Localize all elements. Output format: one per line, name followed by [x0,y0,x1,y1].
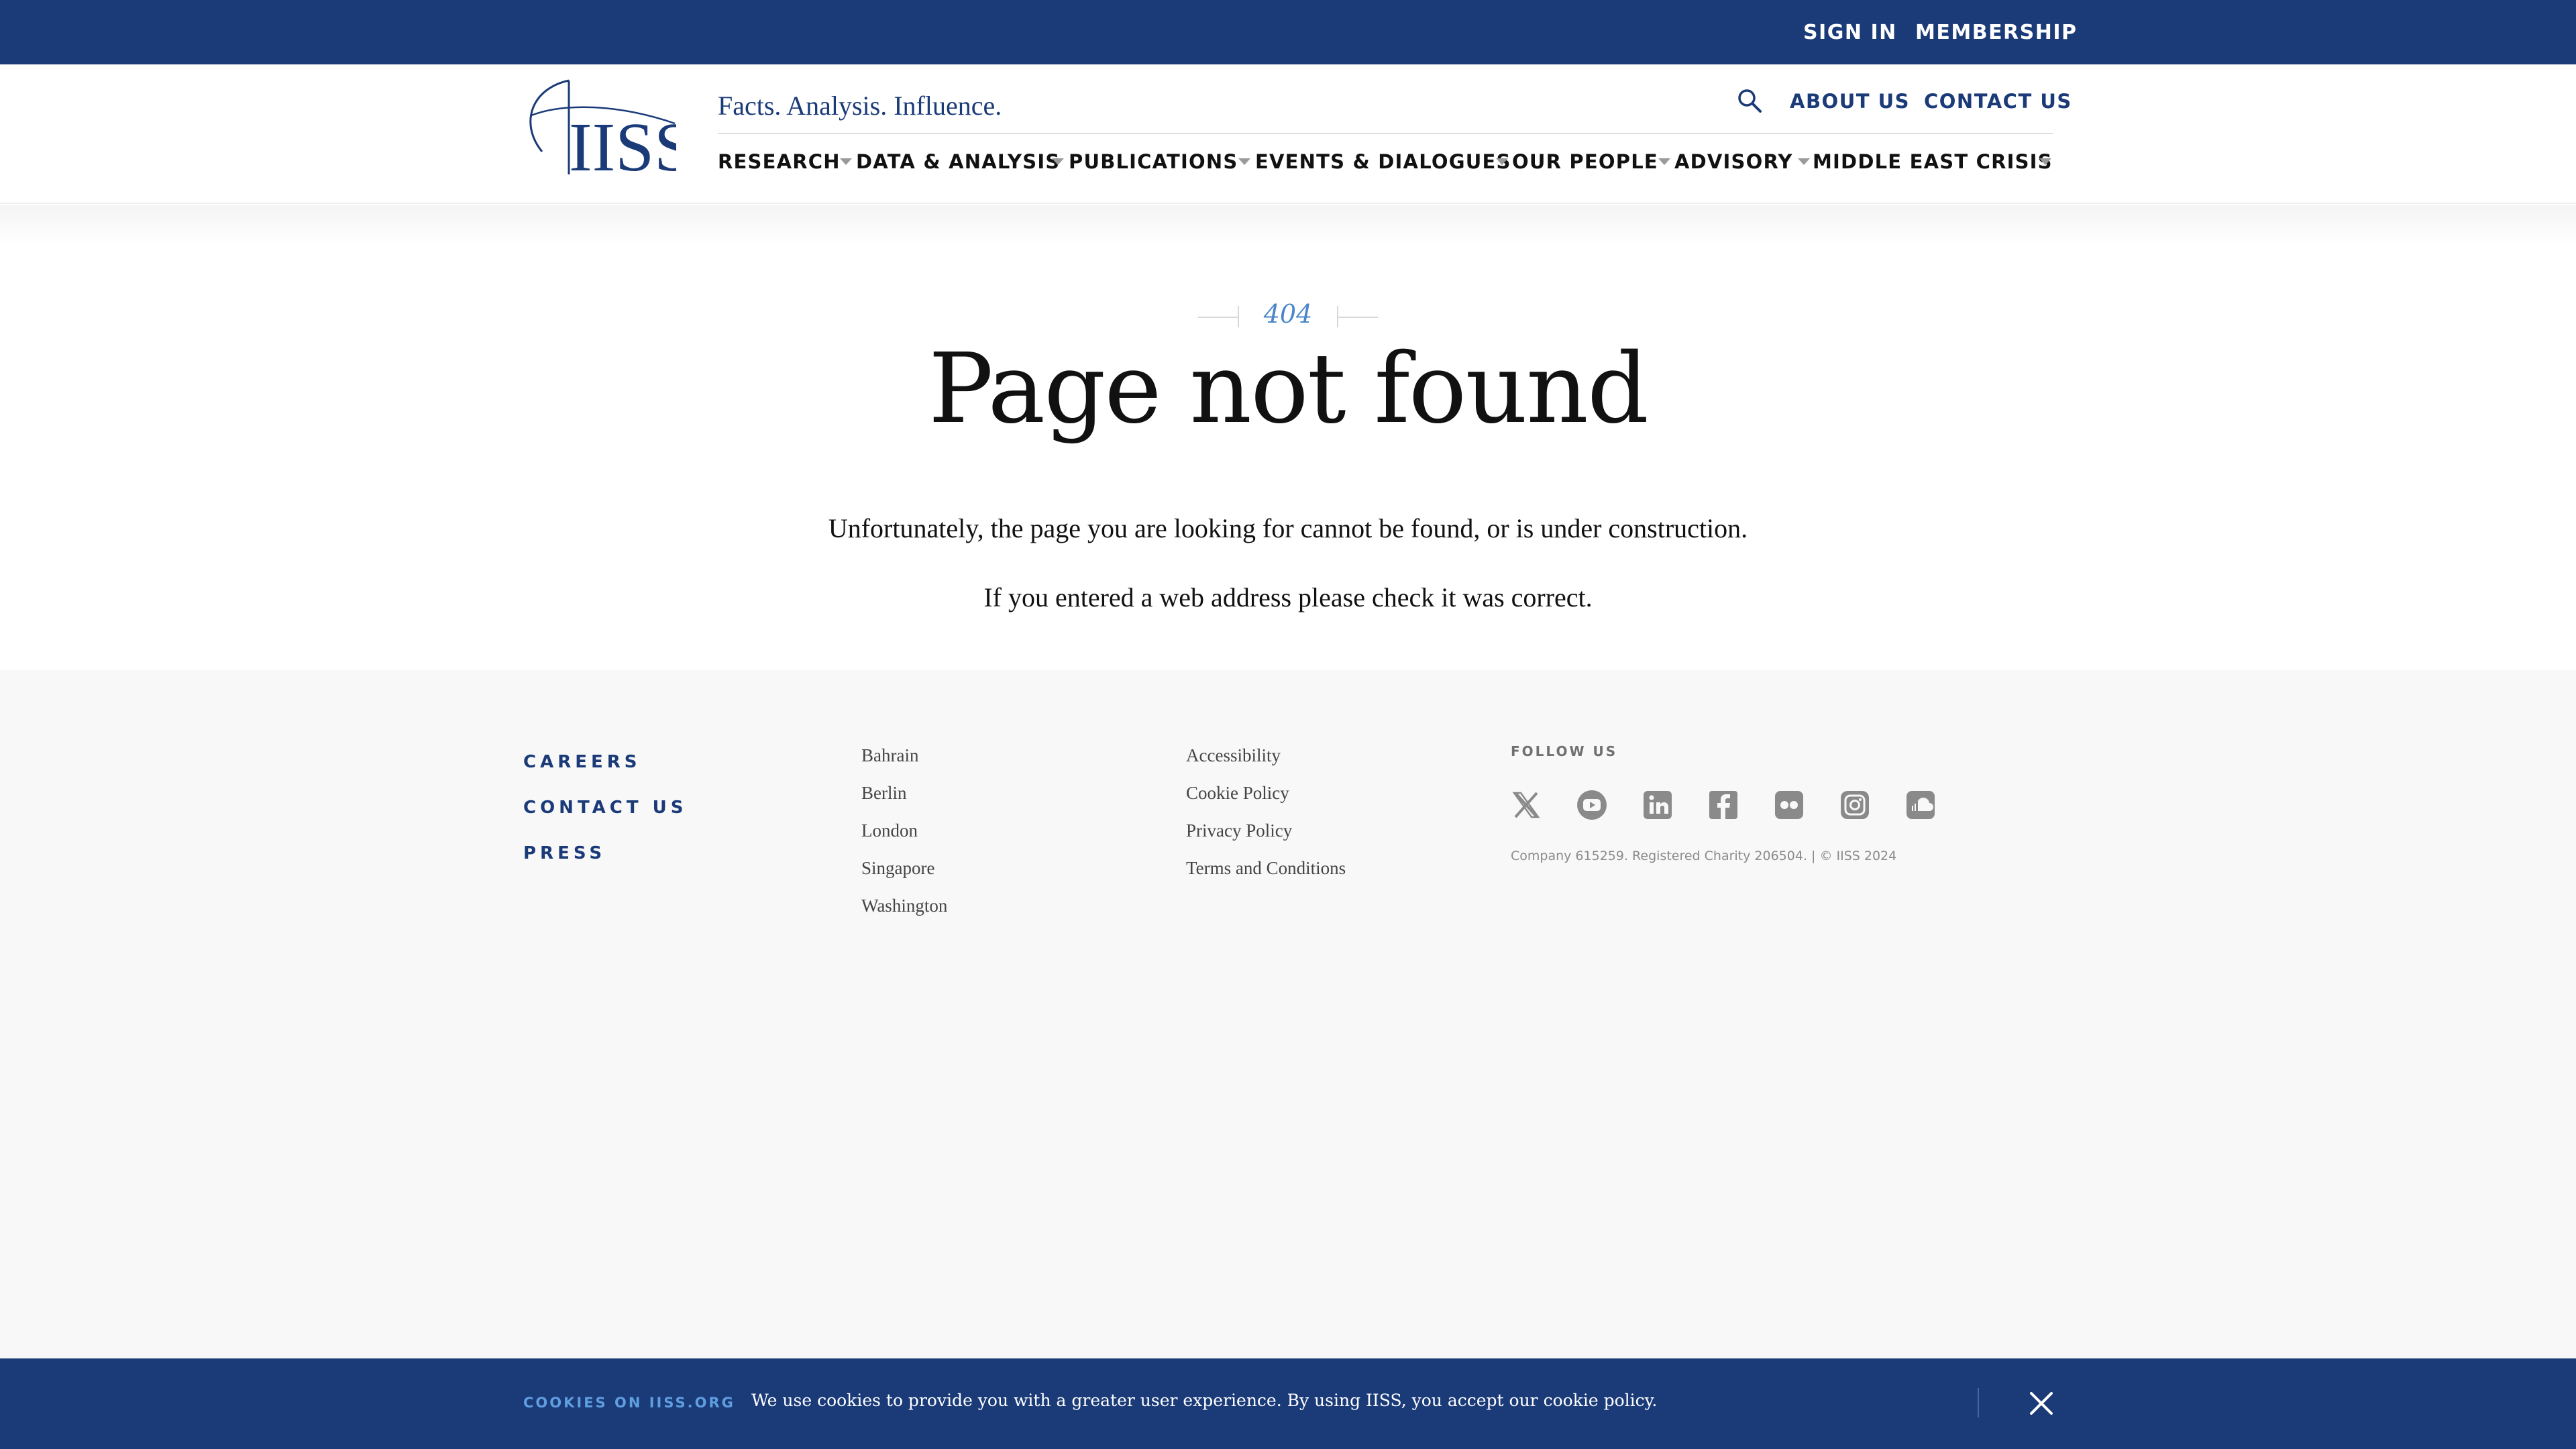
facebook-icon[interactable] [1708,790,1739,820]
top-utility-bar: SIGN IN MEMBERSHIP [0,0,2576,64]
nav-research[interactable]: RESEARCH [718,150,841,173]
terms-link[interactable]: Terms and Conditions [1186,858,1346,879]
cookie-policy-link[interactable]: cookie policy [1544,1391,1652,1410]
close-icon[interactable] [2027,1389,2055,1417]
nav-events-dialogues[interactable]: EVENTS & DIALOGUES [1255,150,1511,173]
about-us-link[interactable]: ABOUT US [1790,90,1910,113]
chevron-down-icon[interactable] [1238,158,1250,165]
footer-contact-link[interactable]: CONTACT US [523,798,688,818]
legal-text: Company 615259. Registered Charity 20650… [1511,849,1897,863]
error-hint: If you entered a web address please chec… [983,582,1593,612]
soundcloud-icon[interactable] [1905,790,1936,820]
site-footer: CAREERS CONTACT US PRESS Bahrain Berlin … [0,670,2576,1358]
footer-press-link[interactable]: PRESS [523,843,606,863]
youtube-icon[interactable] [1576,790,1607,820]
tagline: Facts. Analysis. Influence. [718,91,1002,121]
page-title: Page not found [928,332,1649,445]
search-icon[interactable] [1736,87,1763,114]
flickr-icon[interactable] [1774,790,1805,820]
chevron-down-icon[interactable] [1052,158,1064,165]
iiss-logo[interactable]: IISS [522,76,676,177]
cookie-banner-text: We use cookies to provide you with a gre… [751,1391,1658,1410]
follow-us-label: FOLLOW US [1511,743,1618,759]
nav-data-analysis[interactable]: DATA & ANALYSIS [856,150,1060,173]
linkedin-icon[interactable] [1642,790,1673,820]
office-link[interactable]: Singapore [861,858,934,879]
privacy-policy-link[interactable]: Privacy Policy [1186,820,1292,841]
sign-in-link[interactable]: SIGN IN [1803,0,1897,64]
office-link[interactable]: London [861,820,918,841]
cookie-banner: COOKIES ON IISS.ORG We use cookies to pr… [0,1358,2576,1449]
header-divider [718,133,2053,134]
chevron-down-icon[interactable] [840,158,852,165]
error-code: 404 [1263,299,1313,329]
instagram-icon[interactable] [1839,790,1870,820]
nav-our-people[interactable]: OUR PEOPLE [1512,150,1658,173]
x-icon[interactable] [1511,790,1542,820]
site-header: IISS Facts. Analysis. Influence. ABOUT U… [0,64,2576,204]
header-shadow [0,205,2576,246]
accessibility-link[interactable]: Accessibility [1186,745,1281,766]
footer-careers-link[interactable]: CAREERS [523,752,641,772]
nav-middle-east-crisis[interactable]: MIDDLE EAST CRISIS [1813,150,2053,173]
chevron-down-icon[interactable] [1658,158,1670,165]
error-code-row: 404 [0,299,2576,333]
nav-advisory[interactable]: ADVISORY [1674,150,1793,173]
svg-text:IISS: IISS [569,109,676,177]
chevron-down-icon[interactable] [2039,158,2051,165]
contact-us-link[interactable]: CONTACT US [1924,90,2072,113]
chevron-down-icon[interactable] [1798,158,1810,165]
office-link[interactable]: Washington [861,896,947,916]
membership-link[interactable]: MEMBERSHIP [1915,0,2078,64]
error-message: Unfortunately, the page you are looking … [828,513,1748,543]
chevron-down-icon[interactable] [1496,158,1508,165]
cookie-policy-link[interactable]: Cookie Policy [1186,783,1289,804]
nav-publications[interactable]: PUBLICATIONS [1069,150,1238,173]
cookie-banner-divider [1978,1388,1979,1417]
office-link[interactable]: Bahrain [861,745,918,766]
cookie-banner-label: COOKIES ON IISS.ORG [523,1395,735,1411]
office-link[interactable]: Berlin [861,783,907,804]
